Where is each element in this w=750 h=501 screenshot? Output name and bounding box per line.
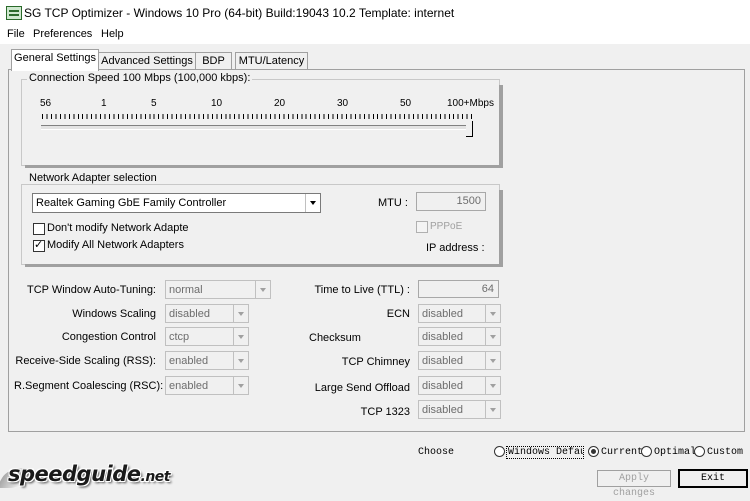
tcp-1323-select[interactable]: disabled: [418, 400, 501, 419]
ip-address-label: IP address :: [426, 242, 485, 254]
ecn-value: disabled: [422, 308, 463, 320]
chevron-down-icon[interactable]: [233, 377, 248, 394]
windows-scaling-label: Windows Scaling: [72, 308, 156, 320]
connection-speed-label: Connection Speed 100 Mbps (100,000 kbps)…: [27, 72, 253, 84]
checksum-label: Checksum: [309, 332, 361, 344]
adapter-select-value: Realtek Gaming GbE Family Controller: [36, 197, 227, 209]
dont-modify-checkbox[interactable]: [33, 223, 45, 235]
speed-tick-label: 20: [274, 98, 286, 109]
rsc-label: R.Segment Coalescing (RSC):: [14, 380, 164, 392]
chevron-down-icon[interactable]: [255, 281, 270, 298]
rss-select[interactable]: enabled: [165, 351, 249, 370]
windows-scaling-select[interactable]: disabled: [165, 304, 249, 323]
group-shadow: [25, 264, 503, 267]
rsc-select[interactable]: enabled: [165, 376, 249, 395]
apply-changes-button[interactable]: Apply changes: [597, 470, 671, 499]
speed-tick-label: 56: [40, 98, 52, 109]
speedguide-logo: speedguide.net: [8, 462, 193, 490]
speed-tick-label: 30: [337, 98, 349, 109]
speed-tick-label: 5: [151, 98, 157, 109]
speed-tick-label: 1: [101, 98, 107, 109]
speed-slider-thumb[interactable]: [465, 121, 473, 137]
ttl-label: Time to Live (TTL) :: [314, 284, 410, 296]
speed-tick-label: 10: [211, 98, 223, 109]
mtu-label: MTU :: [378, 197, 408, 209]
menu-preferences[interactable]: Preferences: [33, 28, 92, 40]
logo-text: speedguide: [8, 462, 141, 486]
network-adapter-label: Network Adapter selection: [27, 172, 159, 184]
mtu-field[interactable]: 1500: [416, 192, 486, 211]
speed-slider-track[interactable]: [41, 125, 473, 130]
tab-mtu-latency[interactable]: MTU/Latency: [235, 52, 308, 70]
tab-general-settings[interactable]: General Settings: [11, 49, 99, 71]
chevron-down-icon[interactable]: [233, 328, 248, 345]
modify-all-label: Modify All Network Adapters: [47, 239, 184, 251]
chevron-down-icon[interactable]: [233, 352, 248, 369]
tcp-1323-label: TCP 1323: [360, 406, 410, 418]
pppoe-label: PPPoE: [430, 221, 463, 232]
tcp-1323-value: disabled: [422, 404, 463, 416]
group-shadow: [499, 85, 503, 168]
windows-scaling-value: disabled: [169, 308, 210, 320]
tcp-window-autotuning-label: TCP Window Auto-Tuning:: [26, 284, 156, 296]
tcp-chimney-select[interactable]: disabled: [418, 351, 501, 370]
logo-suffix: .net: [140, 469, 171, 485]
speed-slider-ticks: [42, 114, 472, 119]
rsc-value: enabled: [169, 380, 209, 392]
adapter-select[interactable]: Realtek Gaming GbE Family Controller: [32, 193, 321, 213]
rss-value: enabled: [169, 355, 209, 367]
radio-custom-label[interactable]: Custom: [707, 447, 743, 458]
tcp-window-autotuning-value: normal: [169, 284, 203, 296]
congestion-control-select[interactable]: ctcp: [165, 327, 249, 346]
radio-optimal-label[interactable]: Optimal: [654, 447, 696, 458]
radio-current-label[interactable]: Current: [601, 447, 643, 458]
app-icon: [6, 6, 22, 20]
speed-tick-label: 50: [400, 98, 412, 109]
radio-windows-default[interactable]: [494, 446, 505, 457]
chevron-down-icon[interactable]: [485, 328, 500, 345]
chevron-down-icon[interactable]: [485, 305, 500, 322]
ecn-label: ECN: [386, 308, 410, 320]
large-send-offload-label: Large Send Offload: [314, 382, 410, 394]
tcp-chimney-label: TCP Chimney: [341, 356, 410, 368]
chevron-down-icon[interactable]: [233, 305, 248, 322]
radio-windows-default-label[interactable]: Windows Default: [506, 446, 584, 459]
tab-bdp[interactable]: BDP: [195, 52, 232, 70]
window-title: SG TCP Optimizer - Windows 10 Pro (64-bi…: [24, 6, 455, 20]
dont-modify-label: Don't modify Network Adapte: [47, 222, 189, 234]
tab-advanced-settings[interactable]: Advanced Settings: [98, 52, 196, 70]
chevron-down-icon[interactable]: [305, 194, 320, 212]
chevron-down-icon[interactable]: [485, 352, 500, 369]
radio-custom[interactable]: [694, 446, 705, 457]
radio-optimal[interactable]: [641, 446, 652, 457]
menu-file[interactable]: File: [7, 28, 25, 40]
ttl-field[interactable]: 64: [418, 280, 499, 298]
exit-button[interactable]: Exit: [678, 469, 748, 488]
connection-speed-group: [21, 79, 500, 166]
choose-label: Choose: [418, 447, 455, 458]
checksum-value: disabled: [422, 331, 463, 343]
congestion-control-value: ctcp: [169, 331, 190, 343]
modify-all-checkbox[interactable]: [33, 238, 45, 252]
tcp-window-autotuning-select[interactable]: normal: [165, 280, 271, 299]
radio-current[interactable]: [588, 446, 599, 457]
title-bar: SG TCP Optimizer - Windows 10 Pro (64-bi…: [0, 0, 750, 26]
pppoe-checkbox[interactable]: [416, 221, 428, 233]
checksum-select[interactable]: disabled: [418, 327, 501, 346]
group-shadow: [499, 190, 503, 267]
tcp-chimney-value: disabled: [422, 355, 463, 367]
menu-bar: File Preferences Help: [0, 26, 750, 44]
ecn-select[interactable]: disabled: [418, 304, 501, 323]
speed-tick-label: 100+Mbps: [447, 98, 494, 109]
congestion-control-label: Congestion Control: [61, 331, 156, 343]
large-send-offload-select[interactable]: disabled: [418, 376, 501, 395]
chevron-down-icon[interactable]: [485, 401, 500, 418]
chevron-down-icon[interactable]: [485, 377, 500, 394]
large-send-offload-value: disabled: [422, 380, 463, 392]
menu-help[interactable]: Help: [101, 28, 124, 40]
rss-label: Receive-Side Scaling (RSS):: [15, 355, 156, 367]
group-shadow: [25, 165, 503, 168]
